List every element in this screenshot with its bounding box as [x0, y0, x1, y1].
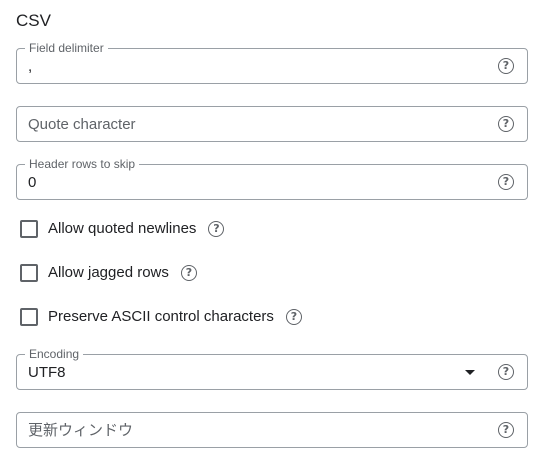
allow-quoted-newlines-label[interactable]: Allow quoted newlines: [48, 220, 196, 238]
quote-character-placeholder: Quote character: [28, 116, 136, 133]
help-icon[interactable]: ?: [208, 221, 225, 237]
help-icon[interactable]: ?: [180, 265, 197, 281]
refresh-window-placeholder: 更新ウィンドウ: [28, 422, 134, 439]
preserve-ascii-control-characters-label[interactable]: Preserve ASCII control characters: [48, 308, 274, 326]
refresh-window-input[interactable]: 更新ウィンドウ ?: [16, 412, 528, 448]
header-rows-input[interactable]: Header rows to skip 0 ?: [16, 157, 528, 200]
quote-character-input[interactable]: Quote character ?: [16, 106, 528, 142]
help-icon[interactable]: ?: [498, 364, 514, 380]
header-rows-label: Header rows to skip: [25, 157, 140, 171]
csv-section-title: CSV: [16, 11, 51, 30]
help-icon[interactable]: ?: [498, 116, 514, 132]
field-delimiter-value: ,: [28, 58, 33, 75]
allow-jagged-rows-checkbox[interactable]: [20, 264, 38, 282]
help-icon[interactable]: ?: [498, 174, 514, 190]
help-icon[interactable]: ?: [285, 309, 302, 325]
field-delimiter-label: Field delimiter: [25, 41, 108, 55]
field-delimiter-input[interactable]: Field delimiter , ?: [16, 41, 528, 84]
allow-quoted-newlines-option: Allow quoted newlines ?: [20, 219, 225, 239]
encoding-label: Encoding: [25, 347, 84, 361]
encoding-select[interactable]: Encoding UTF8 ?: [16, 347, 528, 390]
help-icon[interactable]: ?: [498, 422, 514, 438]
allow-jagged-rows-label[interactable]: Allow jagged rows: [48, 264, 169, 282]
allow-quoted-newlines-checkbox[interactable]: [20, 220, 38, 238]
allow-jagged-rows-option: Allow jagged rows ?: [20, 263, 197, 283]
help-icon[interactable]: ?: [498, 58, 514, 74]
header-rows-value: 0: [28, 174, 37, 191]
dropdown-arrow-icon[interactable]: [465, 370, 475, 375]
encoding-value: UTF8: [28, 364, 66, 381]
preserve-ascii-control-characters-checkbox[interactable]: [20, 308, 38, 326]
preserve-ascii-control-characters-option: Preserve ASCII control characters ?: [20, 307, 302, 327]
